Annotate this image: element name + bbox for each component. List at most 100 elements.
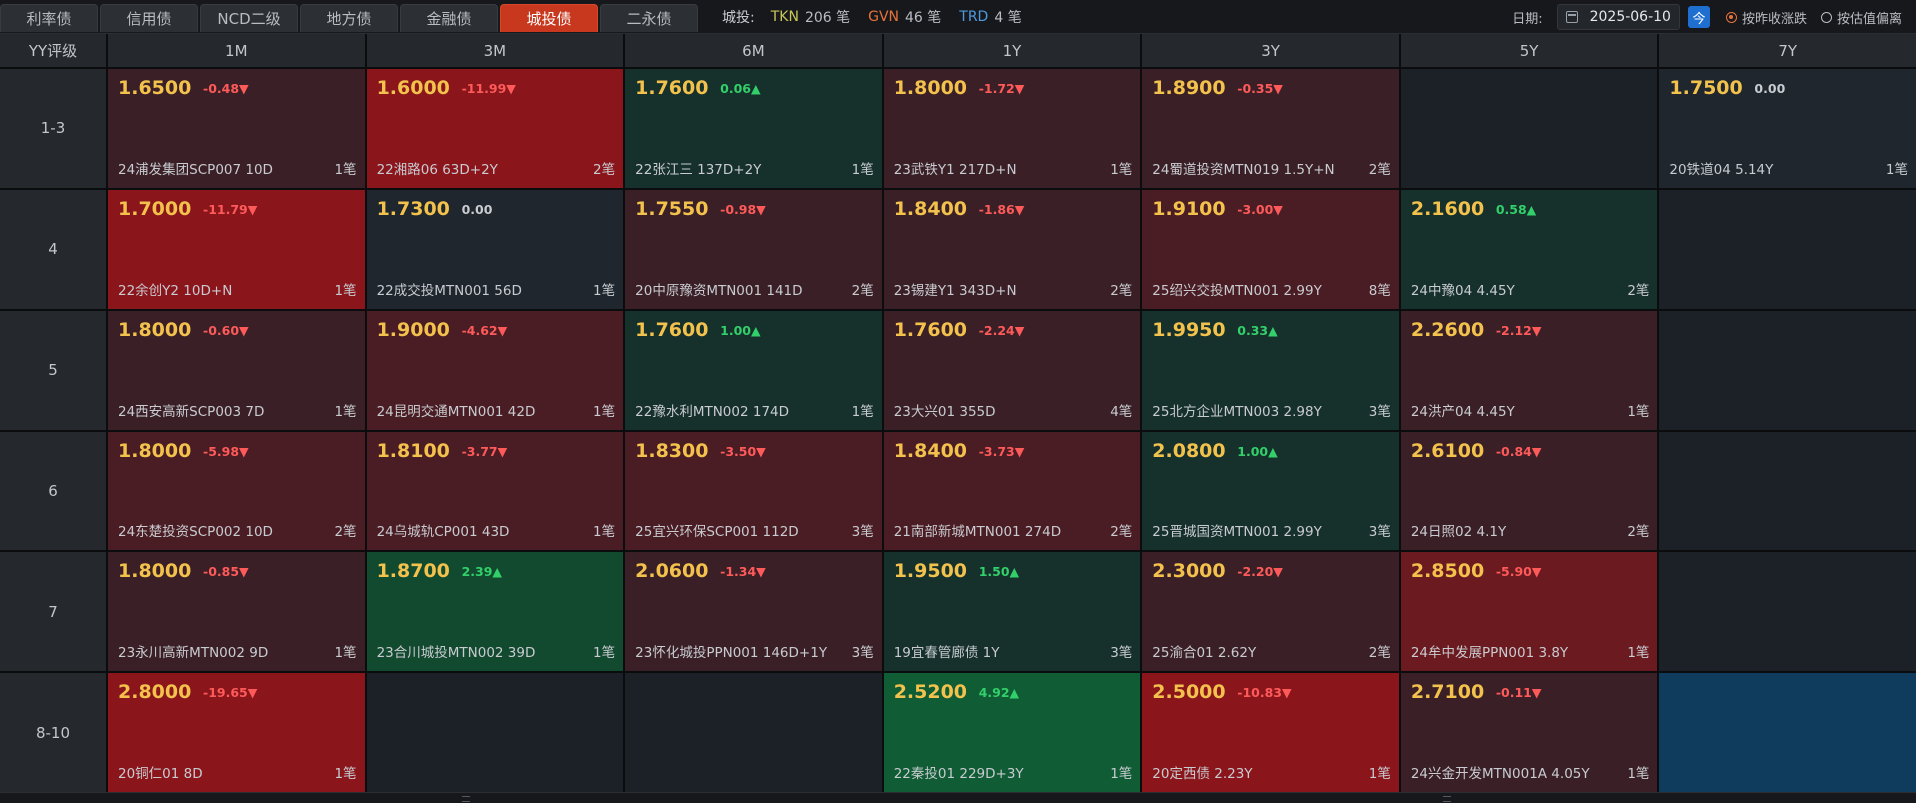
tab-ncd-secondary[interactable]: NCD二级 <box>200 4 298 32</box>
bond-name[interactable]: 25宜兴环保SCP001 112D <box>635 520 799 540</box>
bond-name[interactable]: 24西安高新SCP003 7D <box>118 400 264 420</box>
bond-quote-cell[interactable]: 1.8000 -0.85▼ 23永川高新MTN002 9D 1笔 <box>108 552 365 672</box>
bond-quote-cell[interactable]: 1.6000 -11.99▼ 22湘路06 63D+2Y 2笔 <box>366 69 624 188</box>
empty-cell[interactable] <box>1659 552 1916 672</box>
bond-quote-cell[interactable]: 2.5000 -10.83▼ 20定西债 2.23Y 1笔 <box>1142 673 1399 792</box>
date-picker[interactable]: 2025-06-10 <box>1556 4 1680 30</box>
bond-name[interactable]: 22余创Y2 10D+N <box>118 279 232 299</box>
bond-name[interactable]: 23锡建Y1 343D+N <box>894 279 1017 299</box>
bond-quote-cell[interactable]: 1.7600 1.00▲ 22豫水利MTN002 174D 1笔 <box>625 310 882 430</box>
radio-by-valuation-deviation[interactable]: 按估值偏离 <box>1820 8 1902 27</box>
bond-quote-cell[interactable]: 2.5200 4.92▲ 22秦投01 229D+3Y 1笔 <box>883 673 1141 792</box>
bond-name[interactable]: 24日照02 4.1Y <box>1411 520 1506 540</box>
column-header-3y[interactable]: 3Y <box>1142 34 1399 67</box>
bond-quote-cell[interactable]: 1.9950 0.33▲ 25北方企业MTN003 2.98Y 3笔 <box>1142 310 1399 430</box>
bond-name[interactable]: 25绍兴交投MTN001 2.99Y <box>1152 279 1322 299</box>
empty-cell[interactable] <box>1659 431 1916 551</box>
bond-name[interactable]: 23武铁Y1 217D+N <box>894 158 1017 178</box>
column-header-5y[interactable]: 5Y <box>1400 34 1658 67</box>
bond-name[interactable]: 23合川城投MTN002 39D <box>377 641 536 661</box>
today-button[interactable]: 今 <box>1687 6 1710 28</box>
tab-local-gov-bonds[interactable]: 地方债 <box>300 4 398 32</box>
radio-unchecked-icon[interactable] <box>1820 11 1832 23</box>
radio-by-prev-close-label[interactable]: 按昨收涨跌 <box>1742 8 1807 27</box>
bond-quote-cell[interactable]: 1.7300 0.00 22成交投MTN001 56D 1笔 <box>366 189 624 309</box>
bond-name[interactable]: 24浦发集团SCP007 10D <box>118 158 273 178</box>
bond-quote-cell[interactable]: 1.8400 -3.73▼ 21南部新城MTN001 274D 2笔 <box>883 431 1141 551</box>
bond-quote-cell[interactable]: 1.8300 -3.50▼ 25宜兴环保SCP001 112D 3笔 <box>625 431 882 551</box>
date-value[interactable]: 2025-06-10 <box>1590 9 1671 25</box>
bond-name[interactable]: 22成交投MTN001 56D <box>377 279 522 299</box>
bond-quote-cell[interactable]: 2.2600 -2.12▼ 24洪产04 4.45Y 1笔 <box>1400 310 1658 430</box>
bond-name[interactable]: 24牟中发展PPN001 3.8Y <box>1411 641 1568 661</box>
bond-quote-cell[interactable]: 2.3000 -2.20▼ 25渝合01 2.62Y 2笔 <box>1142 552 1399 672</box>
bond-quote-cell[interactable]: 2.6100 -0.84▼ 24日照02 4.1Y 2笔 <box>1400 431 1658 551</box>
bond-quote-cell[interactable]: 2.8000 -19.65▼ 20铜仁01 8D 1笔 <box>108 673 365 792</box>
bond-quote-cell[interactable]: 1.9100 -3.00▼ 25绍兴交投MTN001 2.99Y 8笔 <box>1142 189 1399 309</box>
bond-name[interactable]: 22秦投01 229D+3Y <box>894 762 1024 782</box>
empty-cell[interactable] <box>1659 189 1916 309</box>
bond-name[interactable]: 24东楚投资SCP002 10D <box>118 520 273 540</box>
empty-cell[interactable] <box>366 673 624 792</box>
column-header-3m[interactable]: 3M <box>366 34 624 67</box>
bond-quote-cell[interactable]: 2.8500 -5.90▼ 24牟中发展PPN001 3.8Y 1笔 <box>1400 552 1658 672</box>
calendar-icon[interactable] <box>1565 11 1578 23</box>
radio-by-valuation-deviation-label[interactable]: 按估值偏离 <box>1837 8 1902 27</box>
bond-name[interactable]: 22湘路06 63D+2Y <box>377 158 498 178</box>
bond-name[interactable]: 24兴金开发MTN001A 4.05Y <box>1411 762 1590 782</box>
column-header-6m[interactable]: 6M <box>625 34 882 67</box>
bond-name[interactable]: 25晋城国资MTN001 2.99Y <box>1152 520 1322 540</box>
bond-quote-cell[interactable]: 1.7600 -2.24▼ 23大兴01 355D 4笔 <box>883 310 1141 430</box>
bond-quote-cell[interactable]: 1.8000 -1.72▼ 23武铁Y1 217D+N 1笔 <box>883 69 1141 188</box>
empty-cell[interactable] <box>625 673 882 792</box>
tab-credit-bonds[interactable]: 信用债 <box>100 4 198 32</box>
bond-quote-cell[interactable]: 1.9000 -4.62▼ 24昆明交通MTN001 42D 1笔 <box>366 310 624 430</box>
tab-urban-investment-bonds[interactable]: 城投债 <box>500 4 598 32</box>
bond-name[interactable]: 19宜春管廊债 1Y <box>894 641 1000 661</box>
bond-name[interactable]: 20铁道04 5.14Y <box>1669 158 1773 178</box>
bond-name[interactable]: 22张江三 137D+2Y <box>635 158 761 178</box>
tab-rate-bonds[interactable]: 利率债 <box>0 4 98 32</box>
bond-name[interactable]: 24中豫04 4.45Y <box>1411 279 1515 299</box>
bond-name[interactable]: 21南部新城MTN001 274D <box>894 520 1061 540</box>
bond-name[interactable]: 23永川高新MTN002 9D <box>118 641 268 661</box>
bond-name[interactable]: 23大兴01 355D <box>894 400 996 420</box>
radio-checked-icon[interactable] <box>1725 11 1737 23</box>
bond-name[interactable]: 24乌城轨CP001 43D <box>377 520 510 540</box>
bond-name[interactable]: 20中原豫资MTN001 141D <box>635 279 802 299</box>
column-header-1y[interactable]: 1Y <box>883 34 1141 67</box>
radio-by-prev-close[interactable]: 按昨收涨跌 <box>1725 8 1807 27</box>
bond-quote-cell[interactable]: 1.8000 -5.98▼ 24东楚投资SCP002 10D 2笔 <box>108 431 365 551</box>
bond-quote-cell[interactable]: 1.8900 -0.35▼ 24蜀道投资MTN019 1.5Y+N 2笔 <box>1142 69 1399 188</box>
bond-quote-cell[interactable]: 2.7100 -0.11▼ 24兴金开发MTN001A 4.05Y 1笔 <box>1400 673 1658 792</box>
bond-name[interactable]: 23怀化城投PPN001 146D+1Y <box>635 641 827 661</box>
bond-quote-cell[interactable]: 1.8000 -0.60▼ 24西安高新SCP003 7D 1笔 <box>108 310 365 430</box>
bond-quote-cell[interactable]: 1.7000 -11.79▼ 22余创Y2 10D+N 1笔 <box>108 189 365 309</box>
column-header-7y[interactable]: 7Y <box>1659 34 1916 67</box>
resize-grip-icon[interactable] <box>462 796 470 802</box>
bond-quote-cell[interactable]: 1.7600 0.06▲ 22张江三 137D+2Y 1笔 <box>625 69 882 188</box>
tab-perpetual-bonds[interactable]: 二永债 <box>600 4 698 32</box>
empty-cell[interactable] <box>1659 310 1916 430</box>
column-header-1m[interactable]: 1M <box>108 34 365 67</box>
bond-quote-cell[interactable]: 1.8100 -3.77▼ 24乌城轨CP001 43D 1笔 <box>366 431 624 551</box>
bond-quote-cell[interactable]: 1.6500 -0.48▼ 24浦发集团SCP007 10D 1笔 <box>108 69 365 188</box>
bond-name[interactable]: 24洪产04 4.45Y <box>1411 400 1515 420</box>
bond-quote-cell[interactable]: 2.0600 -1.34▼ 23怀化城投PPN001 146D+1Y 3笔 <box>625 552 882 672</box>
tab-financial-bonds[interactable]: 金融债 <box>400 4 498 32</box>
bond-quote-cell[interactable]: 1.8400 -1.86▼ 23锡建Y1 343D+N 2笔 <box>883 189 1141 309</box>
bond-quote-cell[interactable]: 2.1600 0.58▲ 24中豫04 4.45Y 2笔 <box>1400 189 1658 309</box>
bond-quote-cell[interactable]: 1.7550 -0.98▼ 20中原豫资MTN001 141D 2笔 <box>625 189 882 309</box>
bond-quote-cell[interactable]: 1.8700 2.39▲ 23合川城投MTN002 39D 1笔 <box>366 552 624 672</box>
bond-quote-cell[interactable]: 1.9500 1.50▲ 19宜春管廊债 1Y 3笔 <box>883 552 1141 672</box>
bond-name[interactable]: 24昆明交通MTN001 42D <box>377 400 536 420</box>
bond-name[interactable]: 22豫水利MTN002 174D <box>635 400 789 420</box>
horizontal-scrollbar[interactable] <box>0 792 1916 803</box>
empty-cell[interactable] <box>1400 69 1658 188</box>
bond-name[interactable]: 20定西债 2.23Y <box>1152 762 1252 782</box>
empty-cell[interactable] <box>1659 673 1916 792</box>
bond-quote-cell[interactable]: 2.0800 1.00▲ 25晋城国资MTN001 2.99Y 3笔 <box>1142 431 1399 551</box>
bond-name[interactable]: 20铜仁01 8D <box>118 762 203 782</box>
bond-quote-cell[interactable]: 1.7500 0.00 20铁道04 5.14Y 1笔 <box>1659 69 1916 188</box>
bond-name[interactable]: 25渝合01 2.62Y <box>1152 641 1256 661</box>
